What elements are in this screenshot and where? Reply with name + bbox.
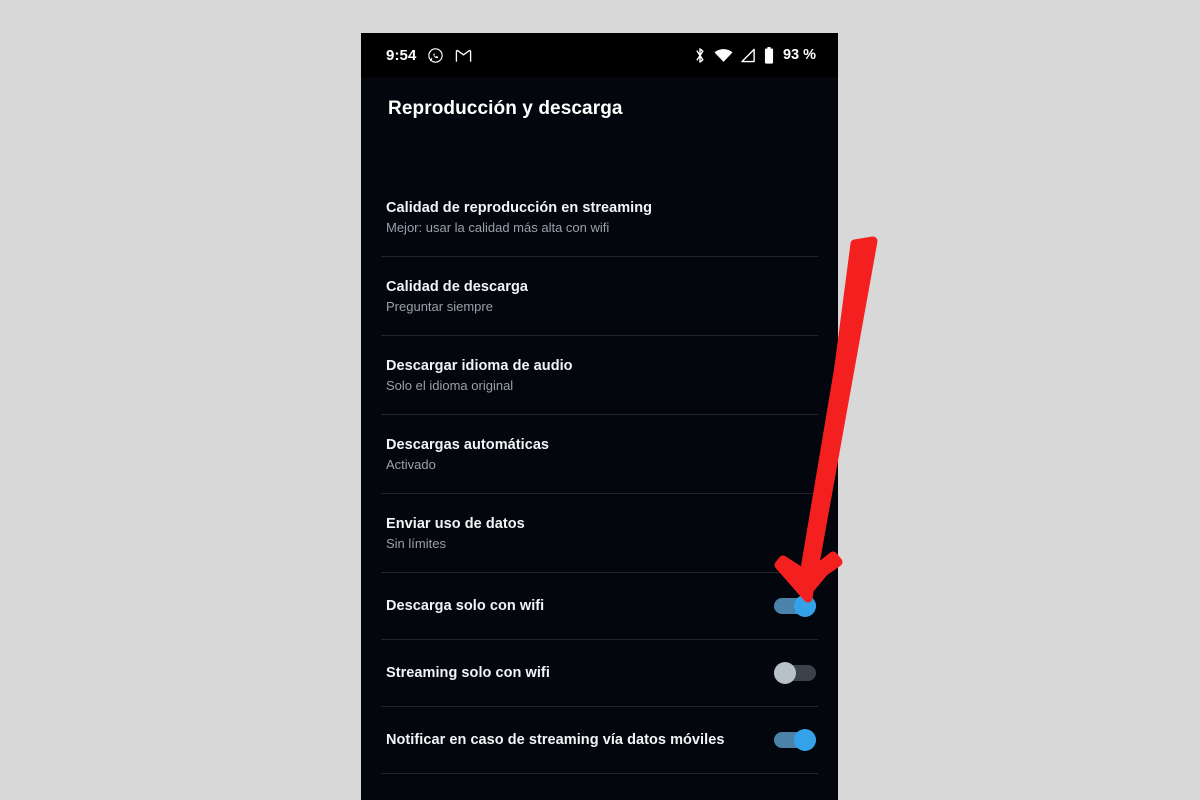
list-item-title: Enviar uso de datos [386,515,525,532]
list-item-subtitle: Mejor: usar la calidad más alta con wifi [386,219,610,235]
list-item-texts: Descargas automáticas Activado [386,431,549,478]
list-item-title: Calidad de reproducción en streaming [386,199,653,216]
bluetooth-icon [694,47,706,64]
list-item-title: Descarga solo con wifi [386,598,545,614]
list-item[interactable]: Notificar en caso de streaming vía datos… [361,707,838,773]
list-item-title: Descargar idioma de audio [386,357,573,374]
list-item[interactable]: Enviar uso de datos Sin límites [361,494,838,572]
list-item-title: Notificar en caso de streaming vía datos… [386,732,725,748]
status-bar-clock: 9:54 [386,46,417,64]
toggle-thumb [774,662,796,684]
list-item[interactable]: Calidad de descarga Preguntar siempre [361,257,838,335]
status-bar-left: 9:54 [386,47,472,64]
list-item-texts: Descargar idioma de audio Solo el idioma… [386,352,573,399]
toggle-streaming-solo-con-wifi[interactable] [774,662,816,684]
list-item[interactable]: Descargar idioma de audio Solo el idioma… [361,336,838,414]
toggle-notificar-streaming-datos-moviles[interactable] [774,729,816,751]
toggle-thumb [794,729,816,751]
list-item-title: Descargas automáticas [386,436,550,453]
list-item[interactable]: Descarga solo con wifi [361,573,838,639]
list-item-title: Calidad de descarga [386,278,528,295]
page-title: Reproducción y descarga [388,98,623,119]
mobile-signal-icon [741,48,756,63]
battery-percentage: 93 % [782,47,816,63]
list-item-texts: Descarga solo con wifi [386,592,544,620]
list-item-texts: Calidad de reproducción en streaming Mej… [386,194,652,241]
list-item[interactable]: Calidad de reproducción en streaming Mej… [361,178,838,256]
list-item[interactable]: Streaming solo con wifi [361,640,838,706]
whatsapp-icon [427,47,444,64]
battery-icon [764,46,774,64]
list-item-subtitle: Solo el idioma original [386,377,514,393]
list-item-texts: Streaming solo con wifi [386,659,550,687]
divider [381,773,818,774]
list-item-texts: Calidad de descarga Preguntar siempre [386,273,528,320]
list-item[interactable]: Descargas automáticas Activado [361,415,838,493]
phone-screen: 9:54 93 % Reproducción y descarga Calida… [361,33,838,800]
list-item-texts: Notificar en caso de streaming vía datos… [386,726,724,754]
list-item-subtitle: Activado [386,456,436,472]
list-item-subtitle: Sin límites [386,535,446,551]
toggle-thumb [794,595,816,617]
status-bar-right: 93 % [694,46,816,64]
settings-list: Calidad de reproducción en streaming Mej… [361,178,838,774]
wifi-icon [714,48,733,63]
list-item-title: Streaming solo con wifi [386,665,550,681]
gmail-icon [455,48,472,63]
toggle-descarga-solo-con-wifi[interactable] [774,595,816,617]
list-item-subtitle: Preguntar siempre [386,298,493,314]
list-item-texts: Enviar uso de datos Sin límites [386,510,525,557]
status-bar: 9:54 93 % [361,33,838,77]
